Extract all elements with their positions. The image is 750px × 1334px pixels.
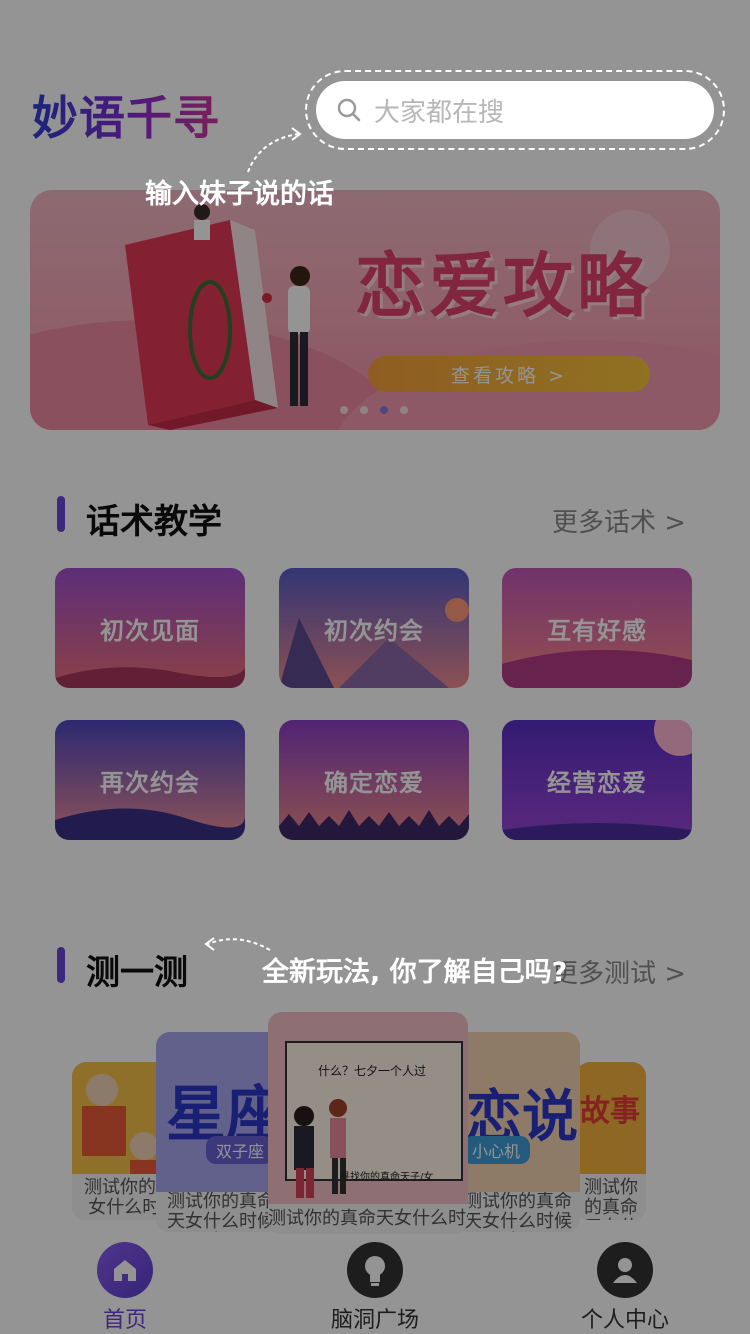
search-icon — [337, 98, 361, 122]
tab-profile[interactable]: 个人中心 — [500, 1234, 750, 1334]
guide-overlay[interactable] — [0, 0, 750, 1334]
tab-label: 首页 — [102, 1308, 147, 1333]
tab-label: 个人中心 — [580, 1308, 669, 1333]
test-hint-text: 全新玩法, 你了解自己吗? — [262, 957, 568, 988]
home-icon — [97, 1242, 153, 1298]
hint-arrow-icon — [247, 127, 302, 173]
lightbulb-icon — [347, 1242, 403, 1298]
tab-home[interactable]: 首页 — [0, 1234, 250, 1334]
bottom-tab-bar: 首页 脑洞广场 个人中心 — [0, 1234, 750, 1334]
search-hint-text: 输入妹子说的话 — [145, 179, 334, 210]
tab-brainstorm-square[interactable]: 脑洞广场 — [250, 1234, 500, 1334]
search-bar-highlighted[interactable]: 大家都在搜 — [316, 81, 714, 139]
search-placeholder: 大家都在搜 — [374, 97, 505, 128]
user-icon — [597, 1242, 653, 1298]
tab-label: 脑洞广场 — [330, 1308, 419, 1333]
